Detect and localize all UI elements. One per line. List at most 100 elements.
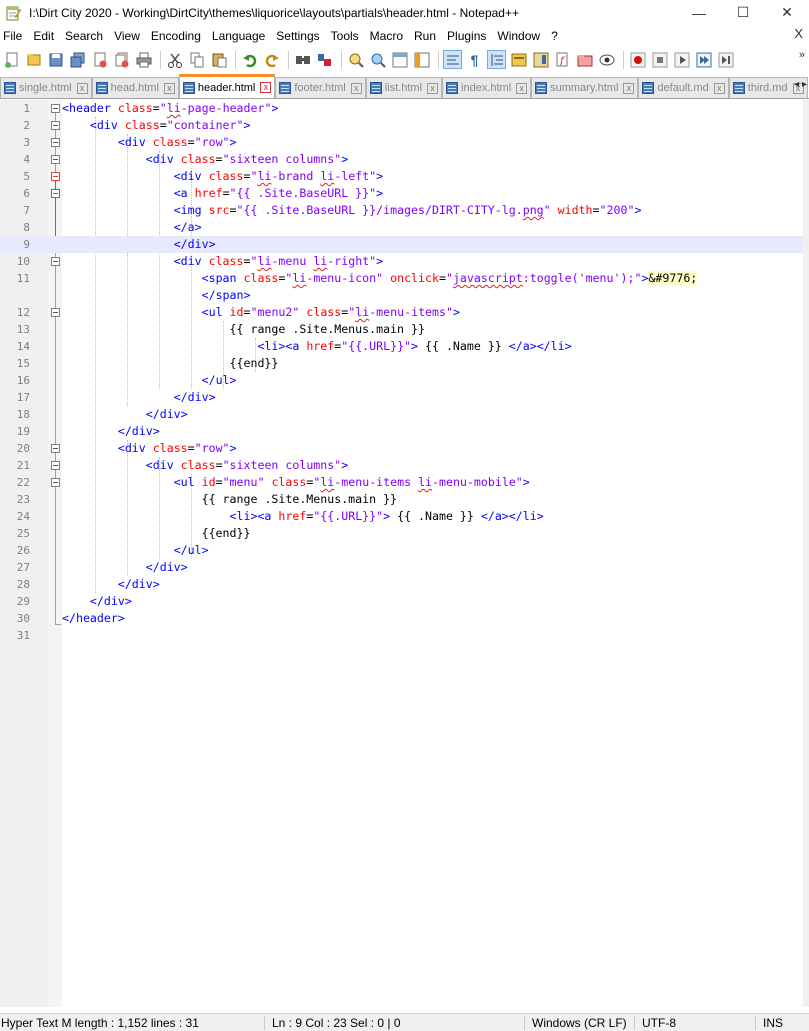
cut-icon[interactable] xyxy=(165,50,184,69)
file-icon xyxy=(182,81,195,94)
menu-macro[interactable]: Macro xyxy=(367,29,409,43)
tab-close-icon[interactable]: x xyxy=(713,82,725,94)
fold-toggle[interactable] xyxy=(51,461,60,470)
fold-toggle[interactable] xyxy=(51,155,60,164)
tab-footer-html[interactable]: footer.html x xyxy=(275,77,366,98)
doc-map-icon[interactable] xyxy=(531,50,550,69)
open-file-icon[interactable] xyxy=(24,50,43,69)
line-number: 29 xyxy=(16,595,30,608)
record-macro-icon[interactable] xyxy=(628,50,647,69)
word-wrap-icon[interactable] xyxy=(443,50,462,69)
close-window-button[interactable]: ✕ xyxy=(765,0,809,25)
code-line-current: 9 </div> xyxy=(0,236,803,253)
print-icon[interactable] xyxy=(134,50,153,69)
run-macro-multiple-icon[interactable] xyxy=(694,50,713,69)
menu-encoding[interactable]: Encoding xyxy=(148,29,207,43)
status-insert-mode[interactable]: INS xyxy=(763,1016,783,1030)
status-eol[interactable]: Windows (CR LF) xyxy=(532,1016,627,1030)
menu-file[interactable]: File xyxy=(0,29,28,43)
tab-summary-html[interactable]: summary.html x xyxy=(531,77,639,98)
stop-record-icon[interactable] xyxy=(650,50,669,69)
menu-edit[interactable]: Edit xyxy=(30,29,60,43)
code-line: 10 <div class="li-menu li-right"> xyxy=(0,253,803,270)
line-number: 20 xyxy=(16,442,30,455)
language-icon[interactable] xyxy=(509,50,528,69)
menu-search[interactable]: Search xyxy=(62,29,109,43)
file-icon xyxy=(732,82,745,94)
close-file-icon[interactable] xyxy=(90,50,109,69)
tab-list-html[interactable]: list.html x xyxy=(365,77,443,98)
toolbar-overflow-button[interactable]: » xyxy=(799,49,805,61)
redo-icon[interactable] xyxy=(262,50,281,69)
sync-horizontal-icon[interactable] xyxy=(412,50,431,69)
fold-toggle[interactable] xyxy=(51,308,60,317)
menu-tools[interactable]: Tools xyxy=(328,29,365,43)
menu-run[interactable]: Run xyxy=(411,29,442,43)
function-list-icon[interactable]: f xyxy=(553,50,572,69)
status-encoding[interactable]: UTF-8 xyxy=(642,1016,676,1030)
show-all-chars-icon[interactable]: ¶ xyxy=(465,50,484,69)
title-bar: I:\Dirt City 2020 - Working\DirtCity\the… xyxy=(0,0,809,25)
menu-view[interactable]: View xyxy=(111,29,146,43)
vertical-scrollbar[interactable] xyxy=(803,100,809,1007)
line-number: 21 xyxy=(16,459,30,472)
maximize-button[interactable]: ☐ xyxy=(721,0,765,25)
tab-head-html[interactable]: head.html x xyxy=(91,77,179,98)
menu-language[interactable]: Language xyxy=(209,29,271,43)
folder-workspace-icon[interactable] xyxy=(575,50,594,69)
zoom-out-icon[interactable] xyxy=(368,50,387,69)
tab-close-icon[interactable]: x xyxy=(427,82,439,94)
play-macro-icon[interactable] xyxy=(672,50,691,69)
tab-close-icon[interactable]: x xyxy=(350,82,362,94)
menu-plugins[interactable]: Plugins xyxy=(444,29,492,43)
line-number: 8 xyxy=(23,221,30,234)
file-icon xyxy=(369,82,382,94)
tab-close-icon[interactable]: x xyxy=(163,82,175,94)
menu-window[interactable]: Window xyxy=(494,29,546,43)
undo-icon[interactable] xyxy=(240,50,259,69)
fold-toggle[interactable] xyxy=(51,104,60,113)
find-icon[interactable] xyxy=(293,50,312,69)
close-all-icon[interactable] xyxy=(112,50,131,69)
code-line: 1 <header class="li-page-header"> xyxy=(0,100,803,117)
fold-toggle[interactable] xyxy=(51,172,60,181)
close-document-button[interactable]: X xyxy=(794,26,803,41)
zoom-in-icon[interactable] xyxy=(346,50,365,69)
tab-header-html[interactable]: header.html x xyxy=(178,74,276,98)
status-separator xyxy=(524,1016,525,1030)
fold-toggle[interactable] xyxy=(51,138,60,147)
paste-icon[interactable] xyxy=(209,50,228,69)
tab-index-html[interactable]: index.html x xyxy=(442,77,532,98)
toolbar-separator xyxy=(341,50,342,69)
indent-guide-icon[interactable] xyxy=(487,50,506,69)
replace-icon[interactable] xyxy=(315,50,334,69)
monitor-icon[interactable] xyxy=(597,50,616,69)
sync-vertical-icon[interactable] xyxy=(390,50,409,69)
new-file-icon[interactable] xyxy=(2,50,21,69)
fold-toggle[interactable] xyxy=(51,189,60,198)
toolbar-separator xyxy=(160,50,161,69)
menu-settings[interactable]: Settings xyxy=(273,29,325,43)
menu-help[interactable]: ? xyxy=(548,29,564,43)
tab-close-icon[interactable]: x xyxy=(623,82,635,94)
tab-close-icon[interactable]: x xyxy=(260,82,272,93)
code-editor[interactable]: 1 <header class="li-page-header"> 2 <div … xyxy=(0,100,803,1007)
tab-scroll-arrows[interactable]: ◂ ▸ xyxy=(794,79,807,90)
fold-toggle[interactable] xyxy=(51,478,60,487)
code-line: 12 <ul id="menu2" class="li-menu-items"> xyxy=(0,304,803,321)
fold-toggle[interactable] xyxy=(51,257,60,266)
tab-close-icon[interactable]: x xyxy=(516,82,528,94)
save-macro-icon[interactable] xyxy=(716,50,735,69)
copy-icon[interactable] xyxy=(187,50,206,69)
save-icon[interactable] xyxy=(46,50,65,69)
line-number: 31 xyxy=(16,629,30,642)
fold-toggle[interactable] xyxy=(51,121,60,130)
line-number: 28 xyxy=(16,578,30,591)
save-all-icon[interactable] xyxy=(68,50,87,69)
code-line: </span> xyxy=(201,288,251,302)
tab-close-icon[interactable]: x xyxy=(76,82,88,94)
tab-single-html[interactable]: single.html x xyxy=(0,77,92,98)
tab-default-md[interactable]: default.md x xyxy=(638,77,729,98)
fold-toggle[interactable] xyxy=(51,444,60,453)
minimize-button[interactable]: — xyxy=(677,0,721,25)
